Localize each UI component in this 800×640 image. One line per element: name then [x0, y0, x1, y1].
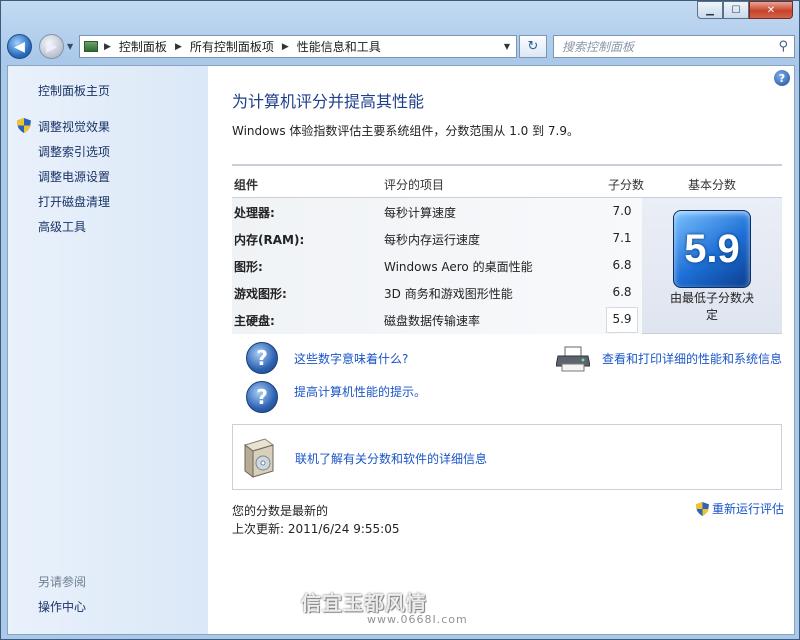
rerun-assessment-label[interactable]: 重新运行评估	[712, 500, 784, 517]
see-also-action-center[interactable]: 操作中心	[38, 598, 86, 615]
sidebar-item-indexing[interactable]: 调整索引选项	[38, 143, 110, 160]
control-panel-icon	[84, 41, 98, 52]
maximize-button[interactable]: ☐	[723, 1, 749, 19]
client-area: 控制面板主页 调整视觉效果 调整索引选项 调整电源设置 打开磁盘清理 高级工具 …	[7, 65, 795, 635]
forward-button[interactable]: ▶	[39, 34, 64, 59]
main-content: ? 为计算机评分并提高其性能 Windows 体验指数评估主要系统组件，分数范围…	[208, 66, 794, 634]
score-table: 组件 评分的项目 子分数 基本分数 处理器: 每秒计算速度 7.0 内存(RAM…	[232, 164, 782, 336]
watermark-text: 信宜玉都风情	[301, 591, 427, 615]
base-score-caption-line: 定	[705, 308, 718, 322]
page-title: 为计算机评分并提高其性能	[232, 92, 425, 111]
table-row: 图形: Windows Aero 的桌面性能 6.8	[232, 252, 642, 279]
online-info-link[interactable]: 联机了解有关分数和软件的详细信息	[295, 450, 487, 467]
sidebar: 控制面板主页 调整视觉效果 调整索引选项 调整电源设置 打开磁盘清理 高级工具 …	[8, 66, 208, 634]
breadcrumb-separator-icon[interactable]: ▶	[282, 42, 289, 52]
view-print-details-link[interactable]: 查看和打印详细的性能和系统信息	[602, 350, 782, 367]
search-icon[interactable]: ⚲	[778, 39, 788, 54]
row-score: 6.8	[612, 258, 632, 272]
address-bar[interactable]: ▶ 控制面板 ▶ 所有控制面板项 ▶ 性能信息和工具 ▼	[79, 35, 517, 58]
uac-shield-icon	[695, 501, 709, 516]
row-score: 7.1	[612, 231, 632, 245]
recent-pages-dropdown[interactable]: ▼	[67, 42, 73, 51]
row-component: 图形:	[234, 260, 263, 274]
row-item: 每秒内存运行速度	[384, 233, 481, 247]
breadcrumb-performance[interactable]: 性能信息和工具	[297, 38, 381, 55]
search-placeholder: 搜索控制面板	[562, 40, 635, 54]
search-input[interactable]: 搜索控制面板 ⚲	[553, 35, 795, 58]
row-component: 游戏图形:	[234, 287, 287, 301]
sidebar-item-disk-cleanup[interactable]: 打开磁盘清理	[38, 193, 110, 210]
breadcrumb-control-panel[interactable]: 控制面板	[119, 38, 167, 55]
software-box-icon	[243, 438, 275, 478]
breadcrumb-all-items[interactable]: 所有控制面板项	[190, 38, 274, 55]
score-table-body: 处理器: 每秒计算速度 7.0 内存(RAM): 每秒内存运行速度 7.1 图形…	[232, 198, 642, 334]
what-numbers-mean-link[interactable]: 这些数字意味着什么?	[294, 350, 408, 367]
header-component: 组件	[234, 178, 259, 192]
close-button[interactable]: ✕	[749, 1, 793, 19]
breadcrumb-separator-icon[interactable]: ▶	[175, 42, 182, 52]
help-icon[interactable]: ?	[774, 70, 790, 86]
table-row: 处理器: 每秒计算速度 7.0	[232, 198, 642, 225]
uac-shield-icon	[17, 118, 31, 133]
breadcrumb-separator-icon[interactable]: ▶	[104, 42, 111, 52]
minimize-button[interactable]: ▁	[697, 1, 723, 19]
see-also-heading: 另请参阅	[38, 575, 87, 589]
score-status: 您的分数是最新的	[232, 504, 329, 518]
question-icon: ?	[246, 342, 278, 374]
table-row: 内存(RAM): 每秒内存运行速度 7.1	[232, 225, 642, 252]
caption-buttons: ▁ ☐ ✕	[697, 1, 793, 19]
refresh-button[interactable]: ↻	[519, 35, 547, 58]
row-item: 每秒计算速度	[384, 206, 457, 220]
page-description: Windows 体验指数评估主要系统组件，分数范围从 1.0 到 7.9。	[232, 124, 579, 138]
base-score-caption: 由最低子分数决 定	[642, 290, 782, 324]
header-item: 评分的项目	[384, 178, 445, 192]
last-update: 上次更新: 2011/6/24 9:55:05	[232, 522, 400, 536]
address-dropdown-icon[interactable]: ▼	[504, 42, 510, 51]
header-subscore: 子分数	[608, 178, 645, 192]
sidebar-item-advanced-tools[interactable]: 高级工具	[38, 218, 86, 235]
row-score: 7.0	[612, 204, 632, 218]
sidebar-item-power[interactable]: 调整电源设置	[38, 168, 110, 185]
row-item: 磁盘数据传输速率	[384, 314, 481, 328]
row-item: 3D 商务和游戏图形性能	[384, 287, 513, 301]
back-button[interactable]: ◀	[7, 34, 32, 59]
online-info-box: 联机了解有关分数和软件的详细信息	[232, 424, 782, 490]
control-panel-window: ▁ ☐ ✕ ◀ ▶ ▼ ▶ 控制面板 ▶ 所有控制面板项 ▶ 性能信息和工具 ▼…	[0, 0, 800, 640]
sidebar-item-home[interactable]: 控制面板主页	[38, 82, 110, 99]
base-score-badge: 5.9	[673, 210, 751, 288]
base-score-panel: 5.9 由最低子分数决 定	[642, 198, 782, 334]
sidebar-item-visual-effects[interactable]: 调整视觉效果	[38, 118, 110, 135]
watermark-url: www.0668I.com	[367, 613, 468, 626]
header-base-score: 基本分数	[688, 178, 737, 192]
navigation-bar: ◀ ▶ ▼ ▶ 控制面板 ▶ 所有控制面板项 ▶ 性能信息和工具 ▼ ↻ 搜索控…	[7, 32, 795, 60]
row-item: Windows Aero 的桌面性能	[384, 260, 533, 274]
row-component: 内存(RAM):	[234, 233, 305, 247]
base-score-caption-line: 由最低子分数决	[669, 291, 754, 305]
row-score: 5.9	[612, 312, 632, 326]
performance-tips-link[interactable]: 提高计算机性能的提示。	[294, 383, 426, 400]
row-component: 处理器:	[234, 206, 275, 220]
score-table-header: 组件 评分的项目 子分数 基本分数	[232, 164, 782, 198]
rerun-assessment-link[interactable]: 重新运行评估	[695, 500, 784, 517]
printer-icon	[556, 346, 590, 372]
table-row: 游戏图形: 3D 商务和游戏图形性能 6.8	[232, 279, 642, 306]
question-icon: ?	[246, 381, 278, 413]
row-component: 主硬盘:	[234, 314, 275, 328]
table-row: 主硬盘: 磁盘数据传输速率 5.9	[232, 306, 642, 333]
row-score: 6.8	[612, 285, 632, 299]
